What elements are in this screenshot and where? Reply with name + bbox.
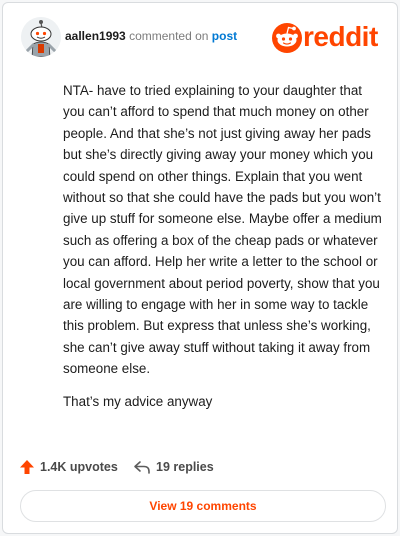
avatar[interactable]	[21, 17, 61, 57]
comment-meta: aallen1993 commented on post	[65, 29, 237, 44]
reddit-logo[interactable]: reddit	[271, 21, 383, 53]
comment-paragraph: NTA- have to tried explaining to your da…	[63, 83, 382, 377]
view-comments-button[interactable]: View 19 comments	[20, 490, 386, 522]
upvote-arrow-icon	[20, 460, 34, 474]
upvote-button[interactable]: 1.4K upvotes	[19, 457, 118, 477]
reply-count: 19 replies	[156, 460, 214, 474]
upvote-count: 1.4K upvotes	[40, 460, 118, 474]
username[interactable]: aallen1993	[65, 29, 126, 43]
reddit-snoo-icon	[272, 23, 302, 53]
replies-button[interactable]: 19 replies	[133, 457, 214, 477]
avatar-illustration	[21, 17, 61, 57]
comment-card: aallen1993 commented on post reddit NTA-…	[2, 2, 398, 534]
post-link[interactable]: post	[212, 29, 237, 43]
comment-body: NTA- have to tried explaining to your da…	[63, 80, 385, 412]
comment-header: aallen1993 commented on post reddit	[21, 17, 383, 57]
reddit-wordmark: reddit	[303, 21, 378, 52]
reply-arrow-icon	[134, 461, 150, 474]
comment-paragraph: That’s my advice anyway	[63, 393, 213, 409]
comment-actions: 1.4K upvotes 19 replies	[19, 457, 379, 477]
commented-on-label: commented on	[129, 29, 209, 43]
